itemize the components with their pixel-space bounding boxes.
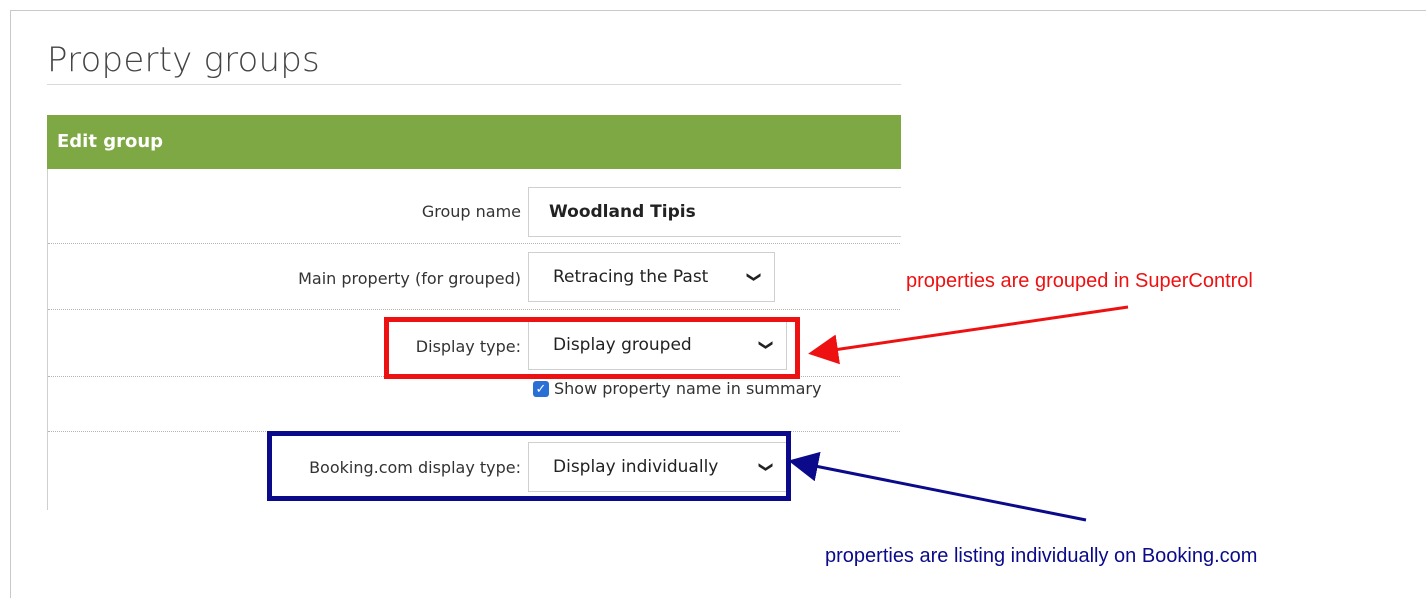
annotation-grouped-note: properties are grouped in SuperControl xyxy=(906,270,1253,292)
annotation-individual-note: properties are listing individually on B… xyxy=(825,545,1258,567)
red-arrow xyxy=(808,305,1129,365)
annotation-arrows xyxy=(788,305,1129,522)
blue-arrow xyxy=(788,451,1087,522)
